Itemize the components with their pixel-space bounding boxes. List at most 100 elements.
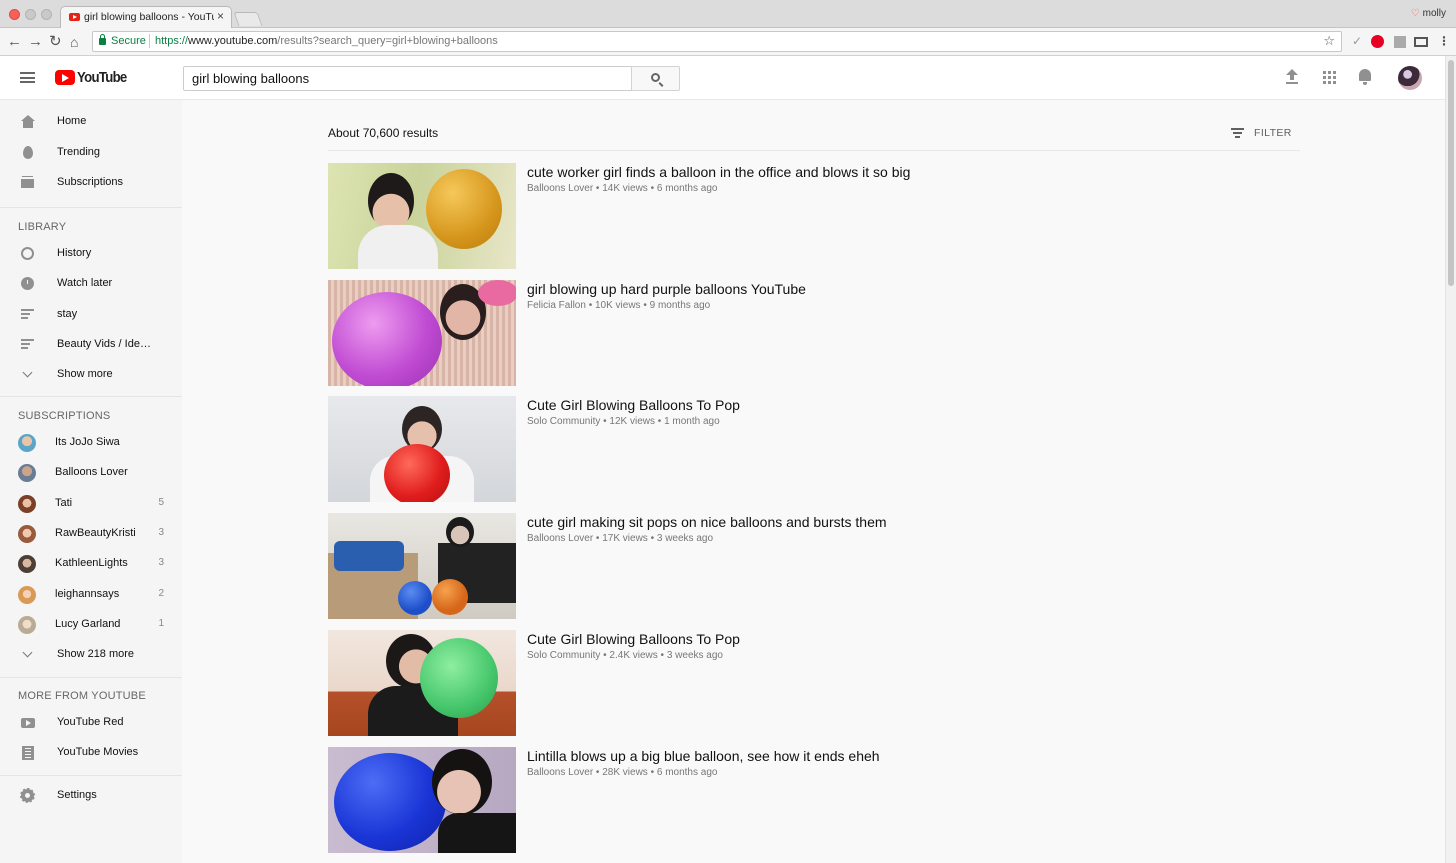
trending-flame-icon [20,146,35,160]
video-channel[interactable]: Balloons Lover [527,183,593,194]
video-meta: Balloons Lover • 14K views • 6 months ag… [527,183,718,194]
minimize-window-button[interactable] [25,9,36,20]
sidebar-item-history[interactable]: History [0,239,182,269]
sidebar-item-subscription[interactable]: RawBeautyKristi 3 [0,519,182,549]
search-button[interactable] [631,66,680,91]
video-views: 28K views [602,767,648,778]
video-channel[interactable]: Solo Community [527,416,600,427]
sidebar-item-show-more[interactable]: Show more [0,360,182,390]
video-title[interactable]: Cute Girl Blowing Balloons To Pop [527,631,740,647]
sidebar-item-subscription[interactable]: Lucy Garland 1 [0,610,182,640]
close-window-button[interactable] [9,9,20,20]
video-thumbnail[interactable] [328,513,516,619]
screen-capture-extension-icon[interactable] [1414,37,1428,47]
video-title[interactable]: cute worker girl finds a balloon in the … [527,164,910,180]
extension-icon[interactable] [1394,36,1406,48]
new-video-count: 2 [158,588,164,599]
subscription-label: leighannsays [55,588,120,600]
reload-icon[interactable]: ↻ [49,33,62,51]
profile-name: molly [1422,8,1446,19]
video-result[interactable]: cute girl making sit pops on nice balloo… [328,513,1300,619]
channel-avatar [18,555,36,573]
youtube-play-logo-icon [55,70,75,85]
sidebar-item-label: YouTube Movies [57,746,139,758]
apps-grid-icon[interactable] [1323,71,1336,84]
sidebar-item-subscription[interactable]: Tati 5 [0,489,182,519]
notifications-bell-icon[interactable] [1359,69,1371,85]
scrollbar-thumb[interactable] [1448,60,1454,286]
sidebar-item-subscription[interactable]: Its JoJo Siwa [0,428,182,458]
video-result[interactable]: cute worker girl finds a balloon in the … [328,163,1300,269]
pinterest-extension-icon[interactable] [1371,35,1384,48]
page-scrollbar[interactable] [1445,56,1456,863]
video-channel[interactable]: Balloons Lover [527,533,593,544]
sidebar-item-playlist-beauty[interactable]: Beauty Vids / Ide… [0,330,182,360]
sidebar-item-home[interactable]: Home [0,107,182,137]
chevron-down-icon [20,367,35,382]
sidebar-item-show-more-subscriptions[interactable]: Show 218 more [0,640,182,670]
new-tab-button[interactable] [233,12,263,26]
lock-icon [99,34,106,45]
url-text[interactable]: https://www.youtube.com/results?search_q… [155,35,498,47]
sidebar-item-subscriptions[interactable]: Subscriptions [0,168,182,198]
new-video-count: 3 [158,557,164,568]
browser-tab-active[interactable]: girl blowing balloons - YouTube × [60,6,232,29]
video-thumbnail[interactable] [328,630,516,736]
tab-close-icon[interactable]: × [217,9,224,23]
upload-icon[interactable] [1285,69,1298,84]
sidebar-divider [0,396,182,397]
history-icon [20,247,35,261]
hamburger-menu-icon[interactable] [20,72,35,83]
bookmark-star-icon[interactable]: ☆ [1323,33,1335,49]
back-arrow-icon[interactable]: ← [7,33,22,51]
video-title[interactable]: Cute Girl Blowing Balloons To Pop [527,397,740,413]
sidebar-item-subscription[interactable]: leighannsays 2 [0,580,182,610]
video-thumbnail[interactable] [328,747,516,853]
sidebar-item-playlist-stay[interactable]: stay [0,300,182,330]
channel-avatar [18,464,36,482]
check-extension-icon[interactable]: ✓ [1352,33,1362,49]
home-browser-icon[interactable]: ⌂ [70,33,78,51]
sidebar-item-label: History [57,247,92,259]
sidebar-item-youtube-movies[interactable]: YouTube Movies [0,738,182,768]
video-result[interactable]: Lintilla blows up a big blue balloon, se… [328,747,1300,853]
video-channel[interactable]: Felicia Fallon [527,300,586,311]
channel-avatar [18,495,36,513]
video-result[interactable]: Cute Girl Blowing Balloons To Pop Solo C… [328,396,1300,502]
home-icon [20,115,35,129]
video-thumbnail[interactable] [328,163,516,269]
video-result[interactable]: girl blowing up hard purple balloons You… [328,280,1300,386]
video-title[interactable]: Lintilla blows up a big blue balloon, se… [527,748,880,764]
sidebar-item-watch-later[interactable]: Watch later [0,269,182,299]
video-title[interactable]: cute girl making sit pops on nice balloo… [527,514,887,530]
url-scheme: https:// [155,35,189,47]
account-avatar[interactable] [1398,66,1422,90]
video-title[interactable]: girl blowing up hard purple balloons You… [527,281,806,297]
video-views: 2.4K views [609,650,658,661]
video-thumbnail[interactable] [328,280,516,386]
video-thumbnail[interactable] [328,396,516,502]
sidebar-item-subscription[interactable]: Balloons Lover [0,458,182,488]
sidebar-item-settings[interactable]: Settings [0,781,182,811]
video-age: 6 months ago [656,767,718,778]
video-meta: Felicia Fallon • 10K views • 9 months ag… [527,300,711,311]
search-input[interactable] [183,66,632,91]
channel-avatar [18,616,36,634]
sidebar-item-subscription[interactable]: KathleenLights 3 [0,549,182,579]
browser-profile-button[interactable]: ♡ molly [1411,8,1446,19]
video-age: 6 months ago [656,183,718,194]
video-channel[interactable]: Solo Community [527,650,600,661]
playlist-icon [20,308,35,322]
subscription-label: KathleenLights [55,557,128,569]
address-bar[interactable]: Secure https://www.youtube.com/results?s… [92,31,1342,52]
forward-arrow-icon[interactable]: → [28,33,43,51]
filter-label: FILTER [1254,127,1292,139]
subscription-label: RawBeautyKristi [55,527,136,539]
subscription-label: Balloons Lover [55,466,128,478]
sidebar-item-trending[interactable]: Trending [0,138,182,168]
browser-menu-icon[interactable]: ⋮ [1438,33,1450,49]
sidebar-item-youtube-red[interactable]: YouTube Red [0,708,182,738]
video-result[interactable]: Cute Girl Blowing Balloons To Pop Solo C… [328,630,1300,736]
zoom-window-button[interactable] [41,9,52,20]
video-channel[interactable]: Balloons Lover [527,767,593,778]
